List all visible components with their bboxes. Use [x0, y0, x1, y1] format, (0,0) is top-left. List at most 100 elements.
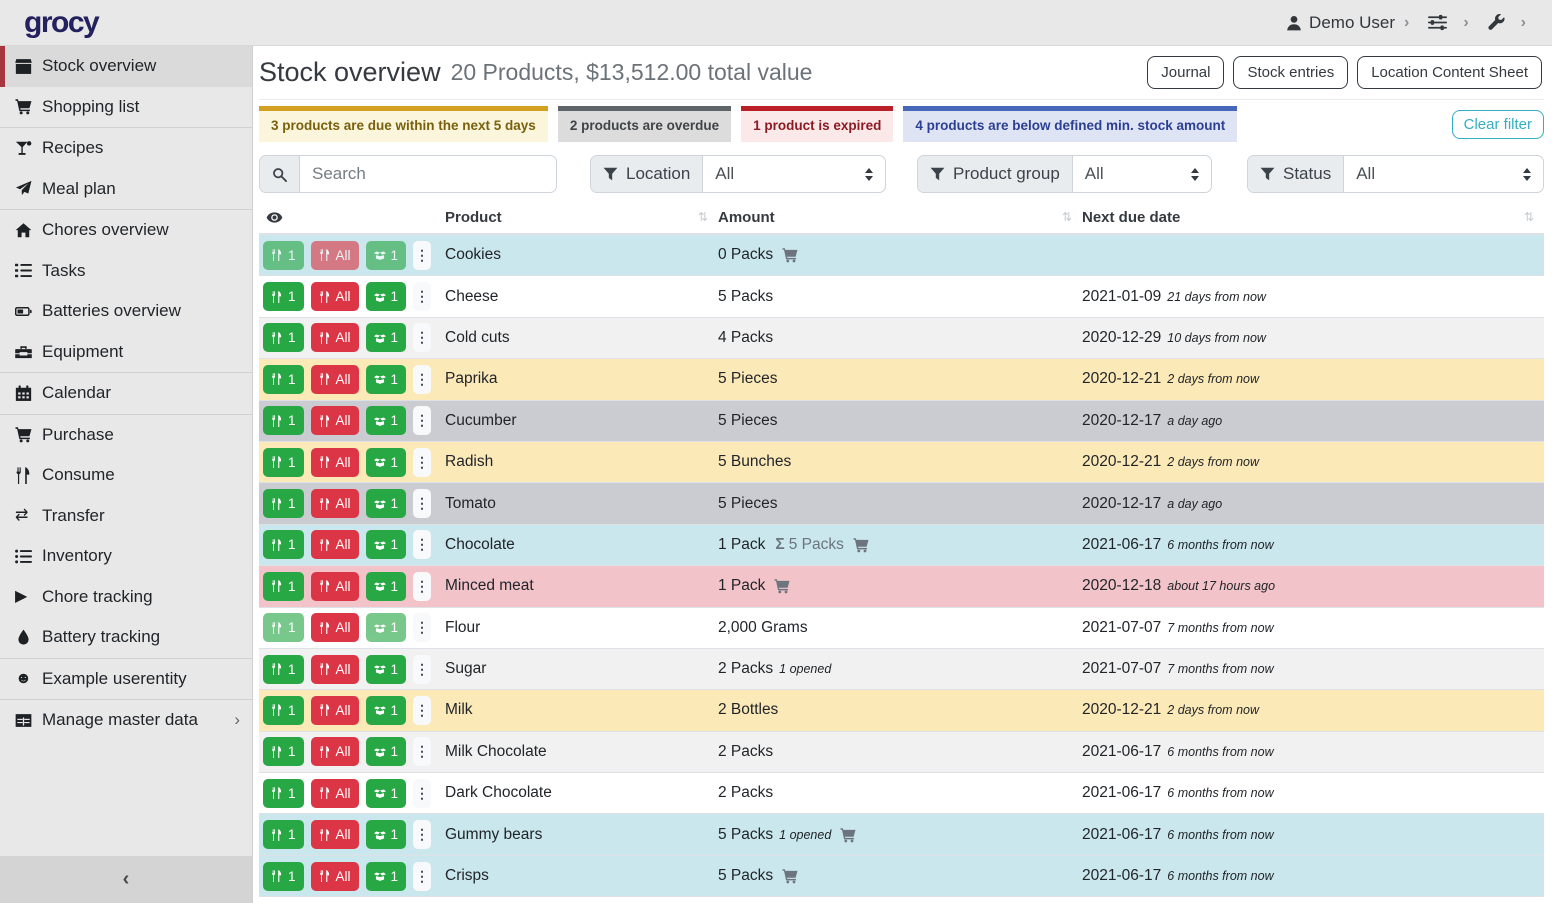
chevron-right-icon[interactable]: ›	[1463, 14, 1468, 32]
consume-one-button[interactable]: 1	[263, 820, 304, 849]
open-one-button[interactable]: 1	[366, 365, 407, 394]
filter-chip-below-min-stock[interactable]: 4 products are below defined min. stock …	[903, 106, 1237, 142]
location-content-sheet-button[interactable]: Location Content Sheet	[1357, 56, 1542, 89]
consume-all-button[interactable]: All	[311, 282, 359, 311]
consume-one-button[interactable]: 1	[263, 489, 304, 518]
consume-one-button[interactable]: 1	[263, 655, 304, 684]
open-one-button[interactable]: 1	[366, 241, 407, 270]
consume-all-button[interactable]: All	[311, 737, 359, 766]
sidebar-item-calendar[interactable]: Calendar	[0, 373, 252, 414]
sidebar-item-shopping-list[interactable]: Shopping list	[0, 87, 252, 128]
user-menu[interactable]: Demo User	[1286, 13, 1395, 33]
grocy-logo[interactable]: grocy	[24, 6, 98, 40]
consume-one-button[interactable]: 1	[263, 737, 304, 766]
consume-one-button[interactable]: 1	[263, 613, 304, 642]
sidebar-item-recipes[interactable]: Recipes	[0, 128, 252, 169]
consume-one-button[interactable]: 1	[263, 862, 304, 891]
consume-one-button[interactable]: 1	[263, 282, 304, 311]
consume-one-button[interactable]: 1	[263, 323, 304, 352]
row-menu-button[interactable]: ⋮	[413, 862, 431, 891]
consume-all-button[interactable]: All	[311, 448, 359, 477]
sidebar-collapse-button[interactable]: ‹	[0, 856, 252, 903]
row-menu-button[interactable]: ⋮	[413, 820, 431, 849]
consume-one-button[interactable]: 1	[263, 696, 304, 725]
sidebar-item-inventory[interactable]: Inventory	[0, 536, 252, 577]
open-one-button[interactable]: 1	[366, 530, 407, 559]
admin-menu[interactable]	[1488, 14, 1512, 31]
consume-one-button[interactable]: 1	[263, 365, 304, 394]
consume-one-button[interactable]: 1	[263, 572, 304, 601]
settings-menu[interactable]	[1428, 14, 1454, 31]
open-one-button[interactable]: 1	[366, 572, 407, 601]
consume-all-button[interactable]: All	[311, 241, 359, 270]
open-one-button[interactable]: 1	[366, 448, 407, 477]
row-menu-button[interactable]: ⋮	[413, 282, 431, 311]
column-visibility-toggle[interactable]	[259, 209, 445, 226]
sidebar-item-equipment[interactable]: Equipment	[0, 332, 252, 373]
sidebar-item-example-userentity[interactable]: ☻Example userentity	[0, 659, 252, 700]
search-input[interactable]	[300, 156, 556, 192]
sidebar-item-chore-tracking[interactable]: ▶Chore tracking	[0, 577, 252, 618]
consume-all-button[interactable]: All	[311, 820, 359, 849]
stock-entries-button[interactable]: Stock entries	[1233, 56, 1348, 89]
row-menu-button[interactable]: ⋮	[413, 448, 431, 477]
product-group-select[interactable]: All	[1073, 156, 1211, 192]
open-one-button[interactable]: 1	[366, 862, 407, 891]
sidebar-item-transfer[interactable]: ⇄Transfer	[0, 496, 252, 537]
filter-chip-expired[interactable]: 1 product is expired	[741, 106, 893, 142]
sidebar-item-manage-master-data[interactable]: Manage master data›	[0, 700, 252, 741]
open-one-button[interactable]: 1	[366, 696, 407, 725]
column-header-next-due-date[interactable]: Next due date ⇅	[1082, 209, 1544, 226]
consume-one-button[interactable]: 1	[263, 241, 304, 270]
open-one-button[interactable]: 1	[366, 323, 407, 352]
consume-all-button[interactable]: All	[311, 530, 359, 559]
status-select[interactable]: All	[1344, 156, 1543, 192]
row-menu-button[interactable]: ⋮	[413, 655, 431, 684]
consume-one-button[interactable]: 1	[263, 406, 304, 435]
row-menu-button[interactable]: ⋮	[413, 737, 431, 766]
sidebar-item-stock-overview[interactable]: Stock overview	[0, 46, 252, 87]
sidebar-item-meal-plan[interactable]: Meal plan	[0, 169, 252, 210]
sidebar-item-consume[interactable]: Consume	[0, 455, 252, 496]
consume-all-button[interactable]: All	[311, 323, 359, 352]
sidebar-item-batteries-overview[interactable]: Batteries overview	[0, 291, 252, 332]
consume-all-button[interactable]: All	[311, 779, 359, 808]
consume-all-button[interactable]: All	[311, 696, 359, 725]
filter-chip-due-soon[interactable]: 3 products are due within the next 5 day…	[259, 106, 548, 142]
consume-all-button[interactable]: All	[311, 655, 359, 684]
open-one-button[interactable]: 1	[366, 779, 407, 808]
clear-filter-button[interactable]: Clear filter	[1452, 110, 1544, 139]
consume-all-button[interactable]: All	[311, 489, 359, 518]
chevron-right-icon[interactable]: ›	[1404, 14, 1409, 32]
row-menu-button[interactable]: ⋮	[413, 365, 431, 394]
column-header-product[interactable]: Product ⇅	[445, 209, 718, 226]
consume-all-button[interactable]: All	[311, 572, 359, 601]
consume-one-button[interactable]: 1	[263, 779, 304, 808]
column-header-amount[interactable]: Amount ⇅	[718, 209, 1082, 226]
open-one-button[interactable]: 1	[366, 655, 407, 684]
consume-all-button[interactable]: All	[311, 406, 359, 435]
row-menu-button[interactable]: ⋮	[413, 696, 431, 725]
consume-all-button[interactable]: All	[311, 862, 359, 891]
journal-button[interactable]: Journal	[1147, 56, 1224, 89]
open-one-button[interactable]: 1	[366, 737, 407, 766]
filter-chip-overdue[interactable]: 2 products are overdue	[558, 106, 731, 142]
open-one-button[interactable]: 1	[366, 282, 407, 311]
row-menu-button[interactable]: ⋮	[413, 572, 431, 601]
open-one-button[interactable]: 1	[366, 820, 407, 849]
consume-all-button[interactable]: All	[311, 365, 359, 394]
sidebar-item-battery-tracking[interactable]: Battery tracking	[0, 617, 252, 658]
sidebar-item-chores-overview[interactable]: Chores overview	[0, 210, 252, 251]
open-one-button[interactable]: 1	[366, 489, 407, 518]
consume-one-button[interactable]: 1	[263, 448, 304, 477]
row-menu-button[interactable]: ⋮	[413, 323, 431, 352]
consume-all-button[interactable]: All	[311, 613, 359, 642]
row-menu-button[interactable]: ⋮	[413, 406, 431, 435]
row-menu-button[interactable]: ⋮	[413, 489, 431, 518]
open-one-button[interactable]: 1	[366, 406, 407, 435]
row-menu-button[interactable]: ⋮	[413, 779, 431, 808]
row-menu-button[interactable]: ⋮	[413, 241, 431, 270]
chevron-right-icon[interactable]: ›	[1521, 14, 1526, 32]
open-one-button[interactable]: 1	[366, 613, 407, 642]
consume-one-button[interactable]: 1	[263, 530, 304, 559]
